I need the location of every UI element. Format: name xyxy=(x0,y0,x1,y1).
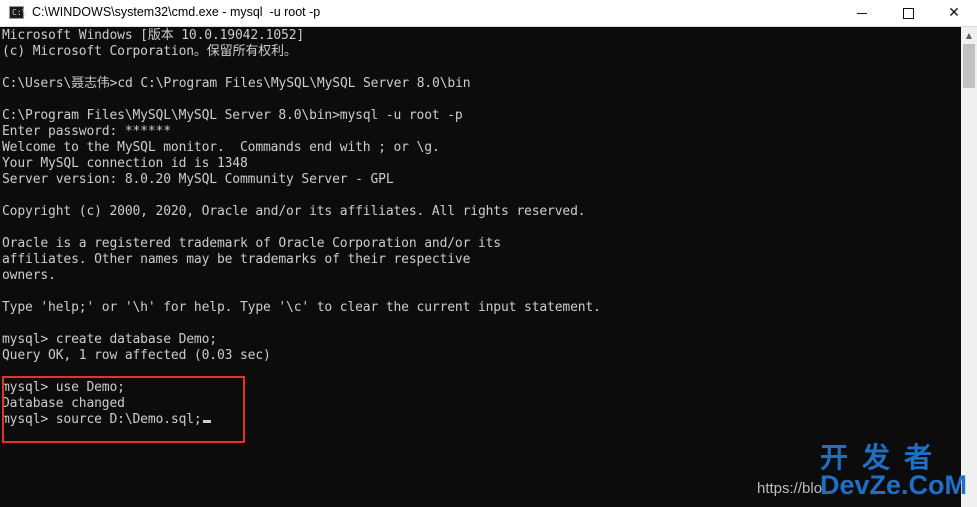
cmd-icon-label: C:\ xyxy=(12,8,27,17)
console-line: mysql> create database Demo; xyxy=(2,332,217,347)
close-button[interactable]: ✕ xyxy=(931,0,977,26)
console-line: (c) Microsoft Corporation。保留所有权利。 xyxy=(2,44,297,59)
console-line: Type 'help;' or '\h' for help. Type '\c'… xyxy=(2,300,601,315)
watermark-english: DevZe.CoM xyxy=(820,470,968,500)
console-line: C:\Program Files\MySQL\MySQL Server 8.0\… xyxy=(2,108,463,123)
maximize-icon xyxy=(902,7,914,19)
console-line: Welcome to the MySQL monitor. Commands e… xyxy=(2,140,440,155)
highlight-box xyxy=(2,376,245,443)
close-icon: ✕ xyxy=(948,5,960,21)
console-line: Your MySQL connection id is 1348 xyxy=(2,156,248,171)
console-line: Enter password: ****** xyxy=(2,124,171,139)
console-line: Copyright (c) 2000, 2020, Oracle and/or … xyxy=(2,204,586,219)
console-line: affiliates. Other names may be trademark… xyxy=(2,252,471,267)
console-line: Oracle is a registered trademark of Orac… xyxy=(2,236,501,251)
minimize-icon xyxy=(857,12,867,14)
console-line: Microsoft Windows [版本 10.0.19042.1052] xyxy=(2,28,305,43)
vertical-scrollbar[interactable]: ▲ xyxy=(961,27,977,507)
minimize-button[interactable] xyxy=(839,0,885,26)
cmd-app-icon[interactable]: C:\ xyxy=(9,6,27,19)
console-output[interactable]: Microsoft Windows [版本 10.0.19042.1052] (… xyxy=(0,27,961,507)
window-title: C:\WINDOWS\system32\cmd.exe - mysql -u r… xyxy=(32,5,321,19)
console-line: C:\Users\聂志伟>cd C:\Program Files\MySQL\M… xyxy=(2,76,471,91)
scroll-thumb[interactable] xyxy=(963,44,975,88)
scroll-up-arrow-icon[interactable]: ▲ xyxy=(961,27,977,43)
console-line: owners. xyxy=(2,268,56,283)
console-line: Query OK, 1 row affected (0.03 sec) xyxy=(2,348,271,363)
title-bar[interactable]: C:\ C:\WINDOWS\system32\cmd.exe - mysql … xyxy=(0,0,977,27)
maximize-button[interactable] xyxy=(885,0,931,26)
watermark-url: https://blo xyxy=(757,480,823,497)
console-line: Server version: 8.0.20 MySQL Community S… xyxy=(2,172,394,187)
